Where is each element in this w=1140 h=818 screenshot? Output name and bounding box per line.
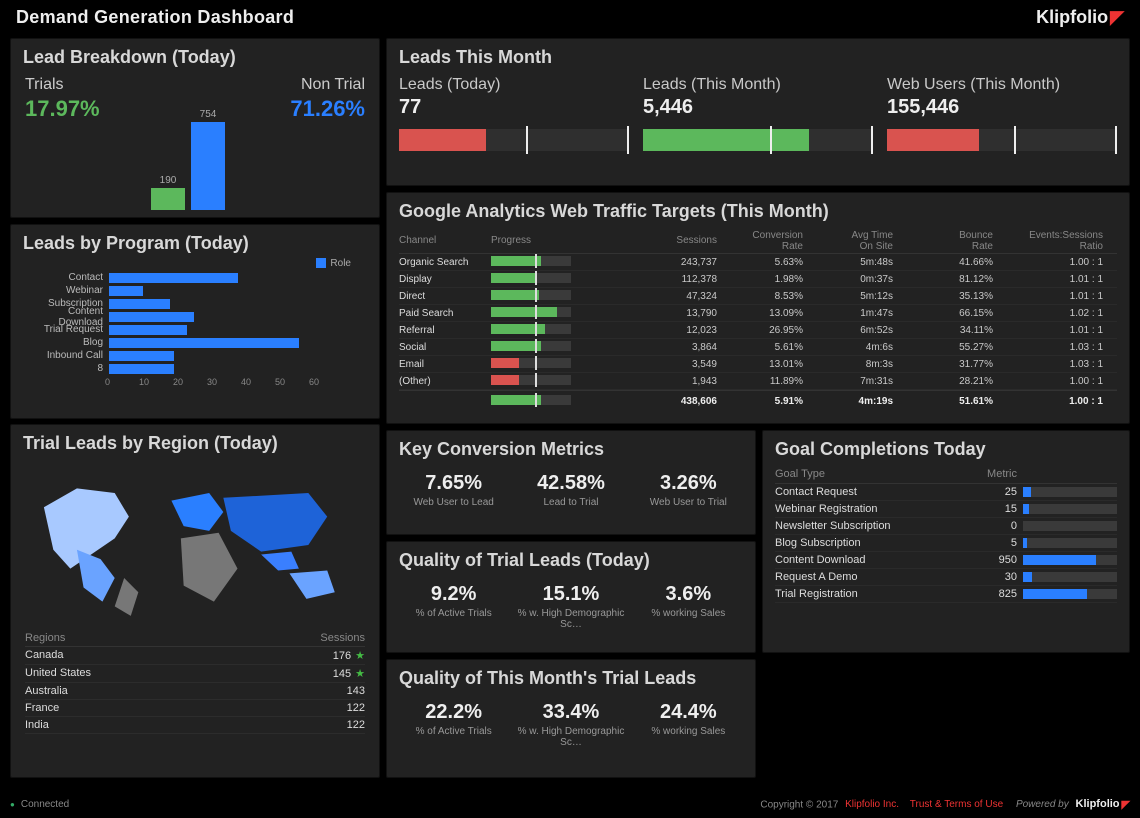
key-conversion-metrics: 7.65%Web User to Lead42.58%Lead to Trial… [387, 464, 755, 518]
ga-row: Display 112,3781.98% 0m:37s81.12%1.01 : … [399, 271, 1117, 288]
ga-row: Email 3,54913.01% 8m:3s31.77%1.03 : 1 [399, 356, 1117, 373]
panel-ga-targets: Google Analytics Web Traffic Targets (Th… [386, 192, 1130, 424]
ga-row: Direct 47,3248.53% 5m:12s35.13%1.01 : 1 [399, 288, 1117, 305]
metric-cell: 22.2%% of Active Trials [395, 701, 512, 748]
brand-logo: Klipfolio◤ [1036, 7, 1124, 28]
panel-lead-breakdown: Lead Breakdown (Today) Trials 17.97% Non… [10, 38, 380, 218]
link-company[interactable]: Klipfolio Inc. [845, 799, 899, 810]
page-title: Demand Generation Dashboard [16, 7, 294, 28]
footer: Connected Copyright © 2017 Klipfolio Inc… [10, 794, 1130, 814]
panel-leads-this-month: Leads This Month Leads (Today)77 Leads (… [386, 38, 1130, 186]
lbp-row: Content Download [21, 310, 359, 323]
metric-cell: 3.26%Web User to Trial [630, 472, 747, 508]
goal-row: Newsletter Subscription0 [775, 518, 1117, 535]
metric-cell: 3.6%% working Sales [630, 583, 747, 630]
panel-quality-trial-month: Quality of This Month's Trial Leads 22.2… [386, 659, 756, 778]
region-table: Regions Sessions Canada176★United States… [11, 628, 379, 738]
leads-this-month-cols: Leads (Today)77 Leads (This Month)5,446 … [387, 72, 1129, 159]
panel-title: Lead Breakdown (Today) [11, 39, 379, 72]
panel-title: Key Conversion Metrics [387, 431, 755, 464]
leads-by-program-chart: ContactWebinarSubscriptionContent Downlo… [11, 269, 379, 377]
metric-cell: 15.1%% w. High Demographic Sc… [512, 583, 629, 630]
col-goal-type: Goal Type [775, 468, 977, 480]
col-metric: Metric [977, 468, 1017, 480]
lbp-row: Webinar [21, 284, 359, 297]
ga-row: Referral 12,02326.95% 6m:52s34.11%1.01 :… [399, 322, 1117, 339]
goal-completions-table: Goal Type Metric Contact Request25 Webin… [763, 464, 1129, 607]
region-row: India122 [25, 717, 365, 734]
panel-leads-by-program: Leads by Program (Today) Role ContactWeb… [10, 224, 380, 419]
lbp-row: Contact [21, 271, 359, 284]
connection-status: Connected [10, 799, 69, 810]
metric-cell: 9.2%% of Active Trials [395, 583, 512, 630]
lbp-row: Trial Request [21, 323, 359, 336]
quality-month-metrics: 22.2%% of Active Trials33.4%% w. High De… [387, 693, 755, 758]
nontrial-label: Non Trial [290, 76, 365, 94]
panel-title: Trial Leads by Region (Today) [11, 425, 379, 458]
ltm-col: Web Users (This Month)155,446 [887, 76, 1117, 151]
col-sessions: Sessions [320, 632, 365, 644]
ga-row: Paid Search 13,79013.09% 1m:47s66.15%1.0… [399, 305, 1117, 322]
ga-row: Organic Search 243,7375.63% 5m:48s41.66%… [399, 254, 1117, 271]
world-map [11, 458, 379, 628]
panel-key-conversion: Key Conversion Metrics 7.65%Web User to … [386, 430, 756, 535]
panel-title: Goal Completions Today [763, 431, 1129, 464]
goal-row: Trial Registration825 [775, 586, 1117, 603]
col-regions: Regions [25, 632, 65, 644]
panel-title: Leads This Month [387, 39, 1129, 72]
metric-cell: 24.4%% working Sales [630, 701, 747, 748]
panel-title: Leads by Program (Today) [11, 225, 379, 258]
metric-cell: 42.58%Lead to Trial [512, 472, 629, 508]
goal-row: Request A Demo30 [775, 569, 1117, 586]
lbp-row: 8 [21, 362, 359, 375]
metric-cell: 7.65%Web User to Lead [395, 472, 512, 508]
link-terms[interactable]: Trust & Terms of Use [910, 799, 1003, 810]
goal-row: Blog Subscription5 [775, 535, 1117, 552]
panel-goal-completions: Goal Completions Today Goal Type Metric … [762, 430, 1130, 653]
nontrial-bar-val: 754 [191, 109, 225, 120]
lbp-legend: Role [11, 258, 379, 269]
goal-row: Contact Request25 [775, 484, 1117, 501]
metric-cell: 33.4%% w. High Demographic Sc… [512, 701, 629, 748]
quality-today-metrics: 9.2%% of Active Trials15.1%% w. High Dem… [387, 575, 755, 640]
lead-breakdown-bars: 190 754 [11, 104, 379, 214]
ltm-col: Leads (This Month)5,446 [643, 76, 873, 151]
goal-row: Content Download950 [775, 552, 1117, 569]
region-row: Australia143 [25, 683, 365, 700]
ga-row: (Other) 1,94311.89% 7m:31s28.21%1.00 : 1 [399, 373, 1117, 390]
topbar: Demand Generation Dashboard Klipfolio◤ [0, 0, 1140, 34]
ga-row: Social 3,8645.61% 4m:6s55.27%1.03 : 1 [399, 339, 1117, 356]
panel-title: Quality of This Month's Trial Leads [387, 660, 755, 693]
region-row: France122 [25, 700, 365, 717]
goal-row: Webinar Registration15 [775, 501, 1117, 518]
ga-table: ChannelProgress SessionsConversion Rate … [387, 226, 1129, 418]
lbp-axis: 0102030405060 [105, 377, 379, 387]
panel-trial-leads-region: Trial Leads by Region (Today) Regions Se… [10, 424, 380, 778]
panel-title: Quality of Trial Leads (Today) [387, 542, 755, 575]
ltm-col: Leads (Today)77 [399, 76, 629, 151]
trial-bar-val: 190 [151, 175, 185, 186]
panel-title: Google Analytics Web Traffic Targets (Th… [387, 193, 1129, 226]
region-row: Canada176★ [25, 647, 365, 665]
panel-quality-trial-today: Quality of Trial Leads (Today) 9.2%% of … [386, 541, 756, 653]
region-row: United States145★ [25, 665, 365, 683]
lbp-row: Blog [21, 336, 359, 349]
trials-label: Trials [25, 76, 100, 94]
lbp-row: Inbound Call [21, 349, 359, 362]
